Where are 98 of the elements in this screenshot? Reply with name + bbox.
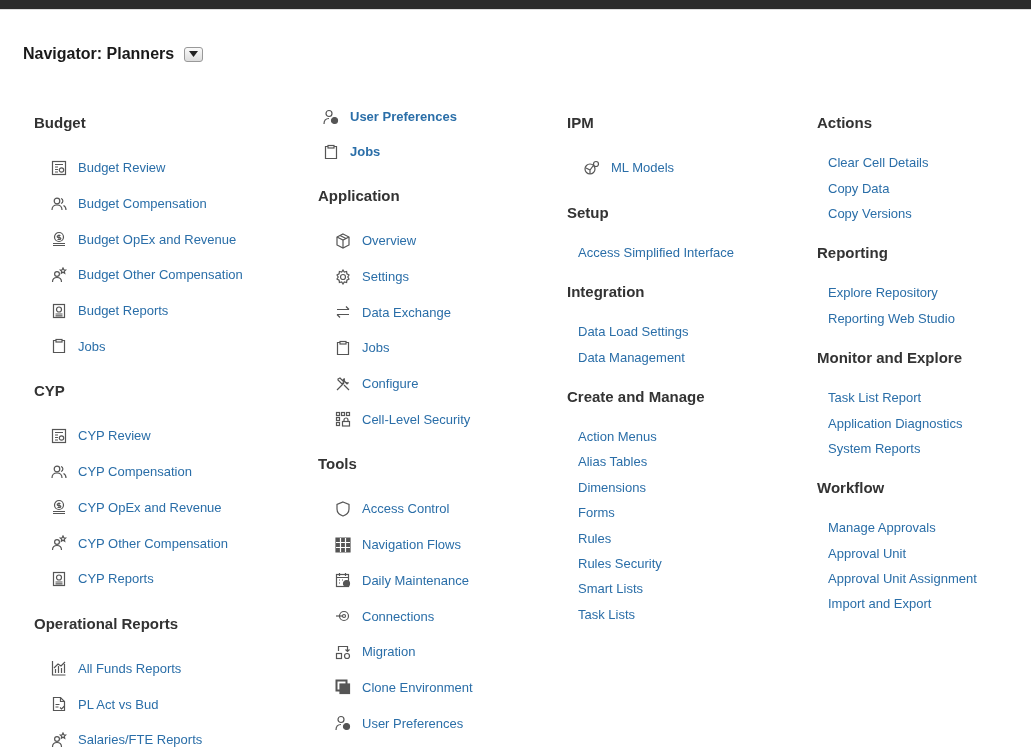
- nav-link[interactable]: Access Simplified Interface: [578, 244, 735, 260]
- nav-link[interactable]: Approval Unit Assignment: [828, 571, 977, 587]
- nodes-icon: [584, 159, 600, 176]
- nav-link[interactable]: CYP Review: [78, 428, 151, 444]
- person-star-icon: [51, 535, 67, 552]
- dollar-coin-icon: [51, 231, 67, 248]
- section-heading: Integration: [567, 282, 646, 303]
- nav-link[interactable]: CYP Reports: [78, 571, 154, 587]
- user-gear-icon: [323, 108, 339, 125]
- section-heading: Budget: [34, 113, 87, 133]
- nav-link[interactable]: Budget OpEx and Revenue: [78, 231, 237, 247]
- nav-link[interactable]: Action Menus: [578, 429, 657, 445]
- nav-link[interactable]: Approval Unit: [828, 545, 907, 561]
- nav-link[interactable]: Access Control: [362, 501, 450, 517]
- migration-icon: [335, 643, 351, 660]
- nav-link[interactable]: Jobs: [362, 340, 390, 356]
- nav-link[interactable]: Navigation Flows: [362, 537, 461, 553]
- nav-link[interactable]: User Preferences: [362, 715, 464, 731]
- nav-link[interactable]: Daily Maintenance: [362, 572, 469, 588]
- nav-link[interactable]: Budget Review: [78, 160, 166, 176]
- dollar-coin-icon: [51, 499, 67, 516]
- nav-link[interactable]: Clear Cell Details: [828, 155, 929, 171]
- nav-link[interactable]: Clone Environment: [362, 679, 473, 695]
- nav-link[interactable]: User Preferences: [350, 109, 457, 124]
- clipboard-icon: [335, 339, 351, 356]
- tools-icon: [335, 375, 351, 392]
- document-icon: [51, 302, 67, 319]
- nav-link[interactable]: Reporting Web Studio: [828, 310, 955, 326]
- nav-link[interactable]: Forms: [578, 505, 615, 521]
- nav-link[interactable]: Manage Approvals: [828, 520, 936, 536]
- nav-link[interactable]: CYP Other Compensation: [78, 535, 229, 551]
- nav-link[interactable]: Data Load Settings: [578, 324, 689, 340]
- nav-link[interactable]: Data Exchange: [362, 304, 451, 320]
- nav-link[interactable]: Rules Security: [578, 556, 662, 571]
- report-chart-icon: [51, 427, 67, 444]
- clipboard-icon: [51, 338, 67, 355]
- nav-link[interactable]: Connections: [362, 608, 435, 624]
- nav-link[interactable]: Jobs: [78, 338, 106, 354]
- grid-lock-icon: [335, 411, 351, 428]
- person-star-icon: [51, 731, 67, 747]
- nav-link[interactable]: Copy Data: [828, 180, 890, 196]
- section-heading: Monitor and Explore: [817, 347, 963, 368]
- nav-link[interactable]: Migration: [362, 644, 416, 660]
- cube-icon: [335, 232, 351, 249]
- dropdown-button[interactable]: [184, 46, 204, 62]
- nav-link[interactable]: PL Act vs Bud: [78, 696, 159, 712]
- people-icon: [51, 463, 67, 480]
- nav-link[interactable]: Dimensions: [578, 479, 646, 495]
- nav-link[interactable]: Overview: [362, 233, 417, 249]
- settings-icon: [335, 268, 351, 285]
- bar-chart-icon: [51, 660, 67, 677]
- section-heading: Workflow: [817, 478, 886, 499]
- user-gear-icon: [335, 715, 351, 732]
- section-heading: Setup: [567, 202, 610, 223]
- section-heading: Create and Manage: [567, 386, 706, 407]
- nav-link[interactable]: Settings: [362, 269, 409, 285]
- report-chart-icon: [51, 159, 67, 176]
- calendar-icon: [335, 572, 351, 589]
- nav-link[interactable]: CYP Compensation: [78, 464, 192, 480]
- nav-link[interactable]: Alias Tables: [578, 454, 648, 470]
- nav-link[interactable]: Copy Versions: [828, 205, 912, 221]
- section-heading: Tools: [318, 454, 358, 475]
- section-heading: Reporting: [817, 243, 889, 264]
- swap-arrows-icon: [335, 304, 351, 321]
- caret-icon: [189, 51, 199, 57]
- nav-link[interactable]: Import and Export: [828, 596, 932, 612]
- nav-link[interactable]: ML Models: [611, 160, 675, 176]
- document-edit-icon: [51, 696, 67, 713]
- nav-link[interactable]: All Funds Reports: [78, 660, 182, 676]
- nav-link[interactable]: Rules: [578, 530, 612, 546]
- nav-link[interactable]: Task Lists: [578, 606, 636, 622]
- nav-link[interactable]: Budget Reports: [78, 303, 169, 319]
- nav-link[interactable]: Task List Report: [828, 390, 922, 406]
- section-heading: IPM: [567, 113, 595, 133]
- document-icon: [51, 570, 67, 587]
- shield-icon: [335, 500, 351, 517]
- nav-link[interactable]: Smart Lists: [578, 581, 643, 597]
- person-star-icon: [51, 266, 67, 283]
- nav-link[interactable]: Configure: [362, 376, 419, 392]
- stacked-squares-icon: [335, 679, 351, 696]
- nav-link[interactable]: Budget Compensation: [78, 196, 207, 212]
- nav-link[interactable]: Jobs: [350, 144, 381, 159]
- nav-link[interactable]: Application Diagnostics: [828, 415, 963, 431]
- section-heading: Operational Reports: [34, 613, 180, 634]
- nav-link[interactable]: CYP OpEx and Revenue: [78, 499, 222, 515]
- section-heading: CYP: [34, 381, 66, 402]
- section-heading: Actions: [817, 113, 873, 133]
- nav-link[interactable]: Cell-Level Security: [362, 411, 471, 427]
- grid-icon: [335, 536, 351, 553]
- section-heading: Application: [318, 186, 401, 206]
- nav-link[interactable]: Salaries/FTE Reports: [78, 732, 203, 747]
- clipboard-icon: [323, 143, 339, 160]
- nav-link[interactable]: Explore Repository: [828, 285, 938, 301]
- nav-link[interactable]: Data Management: [578, 349, 685, 365]
- nav-link[interactable]: System Reports: [828, 440, 921, 456]
- page-title: Navigator: Planners: [23, 45, 175, 63]
- nav-link[interactable]: Budget Other Compensation: [78, 267, 243, 283]
- people-icon: [51, 195, 67, 212]
